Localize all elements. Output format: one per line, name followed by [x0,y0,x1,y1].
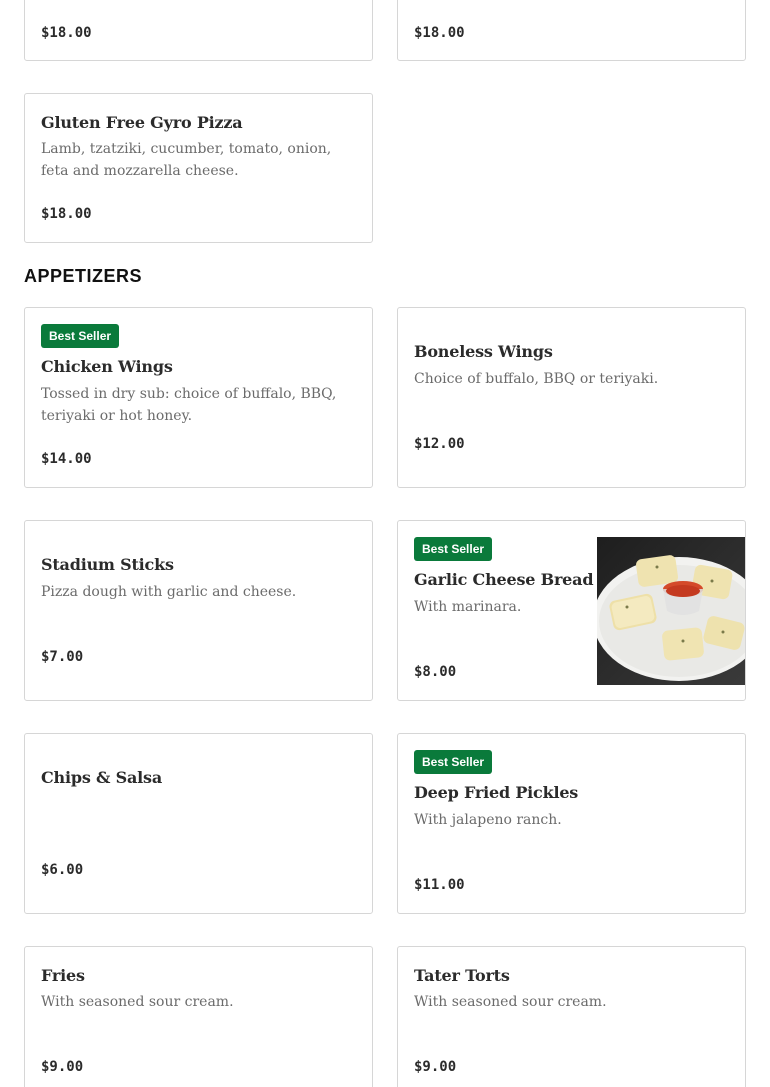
menu-item-card-gluten-free-gyro-pizza[interactable]: Gluten Free Gyro Pizza Lamb, tzatziki, c… [24,93,373,243]
item-name: Fries [41,966,85,985]
menu-item-card-chicken-wings[interactable]: Best Seller Chicken Wings Tossed in dry … [24,307,373,488]
item-price: $6.00 [41,862,84,878]
menu-item-card-fries[interactable]: Fries With seasoned sour cream. $9.00 [24,946,373,1087]
item-name: Tater Torts [414,966,510,985]
menu-item-card-chips-salsa[interactable]: Chips & Salsa $6.00 [24,733,373,914]
item-description: Choice of buffalo, BBQ or teriyaki. [414,371,659,387]
item-description: Pizza dough with garlic and cheese. [41,584,297,600]
item-description: Lamb, tzatziki, cucumber, tomato, onion,… [41,141,332,179]
item-description: With marinara. [414,599,522,615]
best-seller-badge: Best Seller [414,750,493,774]
menu-item-card[interactable]: $18.00 [397,0,746,61]
item-description: With seasoned sour cream. [414,994,607,1010]
item-price: $8.00 [414,664,457,680]
food-photo-image [597,537,745,685]
item-name: Deep Fried Pickles [414,783,579,802]
item-price: $7.00 [41,649,84,665]
menu-item-card[interactable]: $18.00 [24,0,373,61]
best-seller-badge: Best Seller [41,324,120,348]
menu-item-card-tater-torts[interactable]: Tater Torts With seasoned sour cream. $9… [397,946,746,1087]
item-name: Chips & Salsa [41,768,163,787]
item-price: $18.00 [41,206,92,222]
item-price: $18.00 [41,25,92,41]
menu-item-card-garlic-cheese-bread[interactable]: Best Seller Garlic Cheese Bread With mar… [397,520,746,701]
item-name: Boneless Wings [414,342,553,361]
best-seller-badge: Best Seller [414,537,493,561]
item-name: Stadium Sticks [41,555,174,574]
section-title-appetizers: APPETIZERS [24,266,143,286]
item-price: $12.00 [414,436,465,452]
garlic-cheese-bread-photo [597,537,745,685]
item-name: Chicken Wings [41,357,173,376]
item-name: Gluten Free Gyro Pizza [41,113,243,132]
item-description: With jalapeno ranch. [414,812,562,828]
item-description: Tossed in dry sub: choice of buffalo, BB… [41,386,337,424]
item-price: $18.00 [414,25,465,41]
item-name: Garlic Cheese Bread [414,570,594,589]
menu-item-card-boneless-wings[interactable]: Boneless Wings Choice of buffalo, BBQ or… [397,307,746,488]
menu-item-card-deep-fried-pickles[interactable]: Best Seller Deep Fried Pickles With jala… [397,733,746,914]
item-price: $14.00 [41,451,92,467]
menu-item-card-stadium-sticks[interactable]: Stadium Sticks Pizza dough with garlic a… [24,520,373,701]
item-description: With seasoned sour cream. [41,994,234,1010]
item-price: $9.00 [41,1059,84,1075]
item-price: $11.00 [414,877,465,893]
item-price: $9.00 [414,1059,457,1075]
